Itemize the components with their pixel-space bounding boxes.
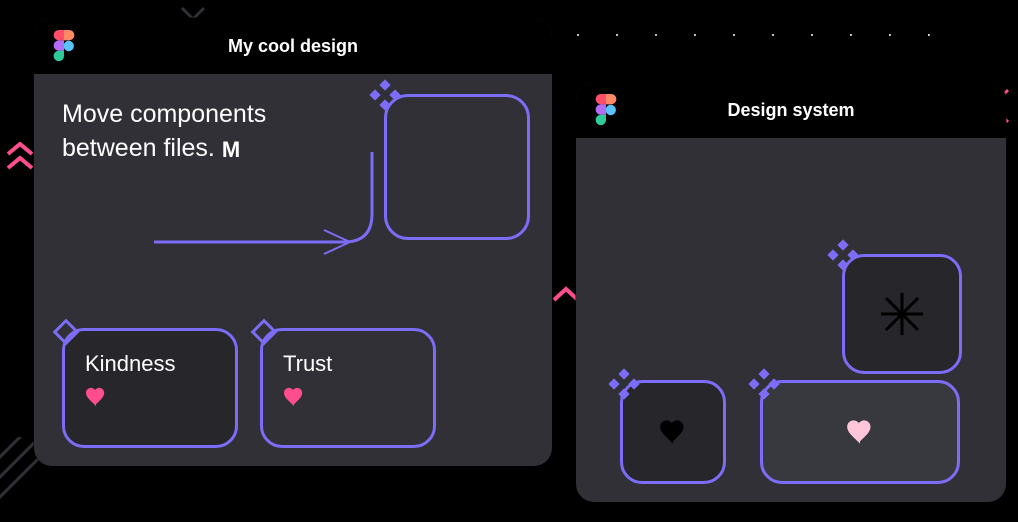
card-label: Kindness (85, 351, 215, 377)
window-design-system[interactable]: Design system (576, 82, 1006, 502)
component-icon (608, 368, 640, 400)
heart-icon (659, 419, 687, 445)
instance-icon (249, 317, 279, 347)
headline-glyph: M (222, 135, 239, 165)
figma-logo-icon (52, 29, 76, 63)
headline-line-1: Move components (62, 100, 266, 128)
figma-logo-icon (594, 93, 618, 127)
heart-icon (846, 419, 874, 445)
component-icon (369, 79, 401, 111)
heart-icon (283, 387, 305, 407)
titlebar[interactable]: My cool design (34, 18, 552, 74)
component-placeholder[interactable] (842, 254, 962, 374)
asterisk-icon (842, 254, 962, 374)
card-label: Trust (283, 351, 413, 377)
decoration-chevrons-icon (6, 142, 34, 177)
component-heart-black[interactable] (620, 380, 726, 484)
component-drop-target[interactable] (384, 94, 530, 240)
titlebar[interactable]: Design system (576, 82, 1006, 138)
instance-card-trust[interactable]: Trust (260, 328, 436, 448)
component-icon (827, 239, 859, 271)
window-title: My cool design (34, 36, 552, 57)
component-heart-pink[interactable] (760, 380, 960, 484)
headline-line-2: between files. (62, 134, 215, 162)
window-title: Design system (576, 100, 1006, 121)
heart-icon (85, 387, 107, 407)
instance-icon (51, 317, 81, 347)
component-icon (748, 368, 780, 400)
window-my-cool-design[interactable]: My cool design Move components between f… (34, 18, 552, 466)
instance-card-kindness[interactable]: Kindness (62, 328, 238, 448)
